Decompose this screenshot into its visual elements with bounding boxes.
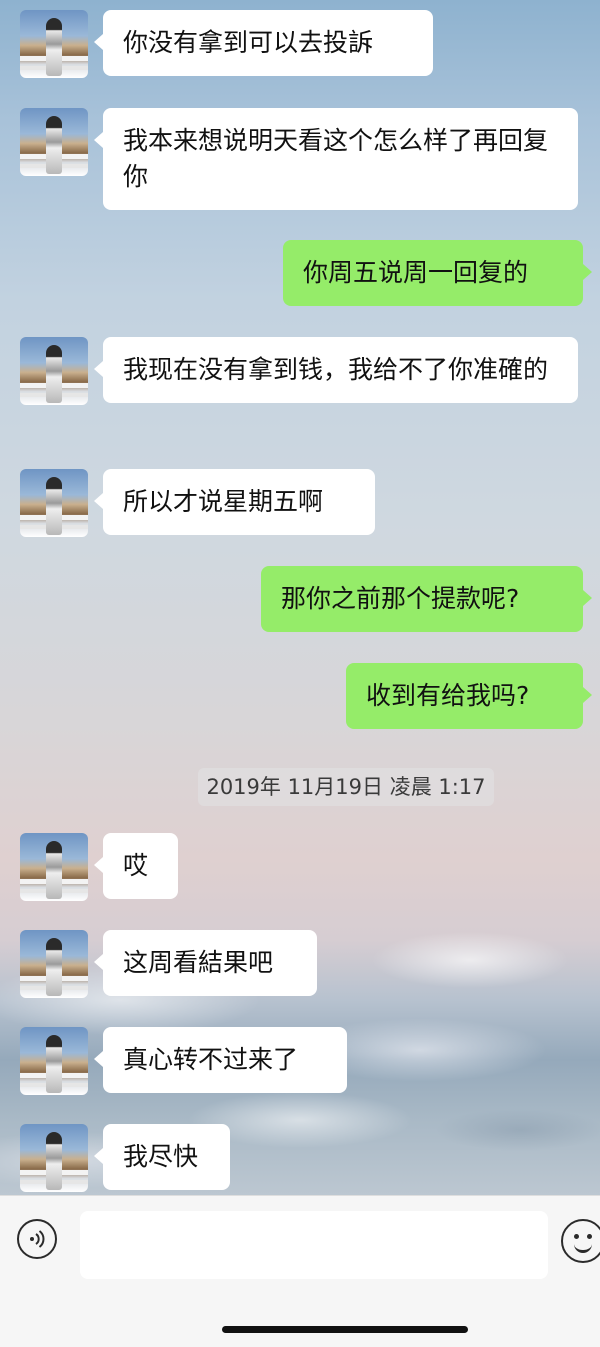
chat-input-bar (0, 1195, 600, 1347)
voice-icon[interactable] (17, 1219, 57, 1259)
message-text: 这周看結果吧 (123, 948, 274, 977)
emoji-eye-right (587, 1234, 592, 1239)
message-text: 哎 (123, 851, 149, 880)
contact-avatar[interactable] (20, 108, 88, 176)
incoming-message-bubble[interactable]: 这周看結果吧 (94, 930, 317, 996)
message-timestamp: 2019年 11月19日 凌晨 1:17 (198, 768, 494, 806)
message-text: 我尽快 (123, 1142, 199, 1171)
incoming-message-bubble[interactable]: 你没有拿到可以去投訴 (94, 10, 433, 76)
message-text: 收到有给我吗? (366, 681, 530, 710)
voice-icon-glyph (30, 1230, 45, 1248)
message-text: 你没有拿到可以去投訴 (123, 28, 374, 57)
outgoing-message-bubble[interactable]: 你周五说周一回复的 (283, 240, 592, 306)
contact-avatar[interactable] (20, 1124, 88, 1192)
emoji-icon[interactable] (561, 1219, 600, 1263)
outgoing-message-bubble[interactable]: 那你之前那个提款呢? (261, 566, 592, 632)
contact-avatar[interactable] (20, 469, 88, 537)
outgoing-message-bubble[interactable]: 收到有给我吗? (346, 663, 592, 729)
incoming-message-bubble[interactable]: 哎 (94, 833, 178, 899)
incoming-message-bubble[interactable]: 我尽快 (94, 1124, 230, 1190)
message-text: 所以才说星期五啊 (123, 487, 324, 516)
incoming-message-bubble[interactable]: 我现在没有拿到钱，我给不了你准確的 (94, 337, 578, 403)
contact-avatar[interactable] (20, 10, 88, 78)
message-text: 我现在没有拿到钱，我给不了你准確的 (123, 355, 549, 384)
home-indicator (222, 1326, 468, 1333)
message-text: 我本来想说明天看这个怎么样了再回复你 (123, 126, 549, 191)
message-text: 那你之前那个提款呢? (281, 584, 520, 613)
message-input[interactable] (80, 1211, 548, 1279)
contact-avatar[interactable] (20, 1027, 88, 1095)
contact-avatar[interactable] (20, 930, 88, 998)
message-text: 你周五说周一回复的 (303, 258, 529, 287)
contact-avatar[interactable] (20, 337, 88, 405)
message-text: 真心转不过来了 (123, 1045, 299, 1074)
emoji-mouth (574, 1240, 592, 1253)
incoming-message-bubble[interactable]: 我本来想说明天看这个怎么样了再回复你 (94, 108, 578, 210)
incoming-message-bubble[interactable]: 真心转不过来了 (94, 1027, 347, 1093)
incoming-message-bubble[interactable]: 所以才说星期五啊 (94, 469, 375, 535)
contact-avatar[interactable] (20, 833, 88, 901)
emoji-eye-left (574, 1234, 579, 1239)
